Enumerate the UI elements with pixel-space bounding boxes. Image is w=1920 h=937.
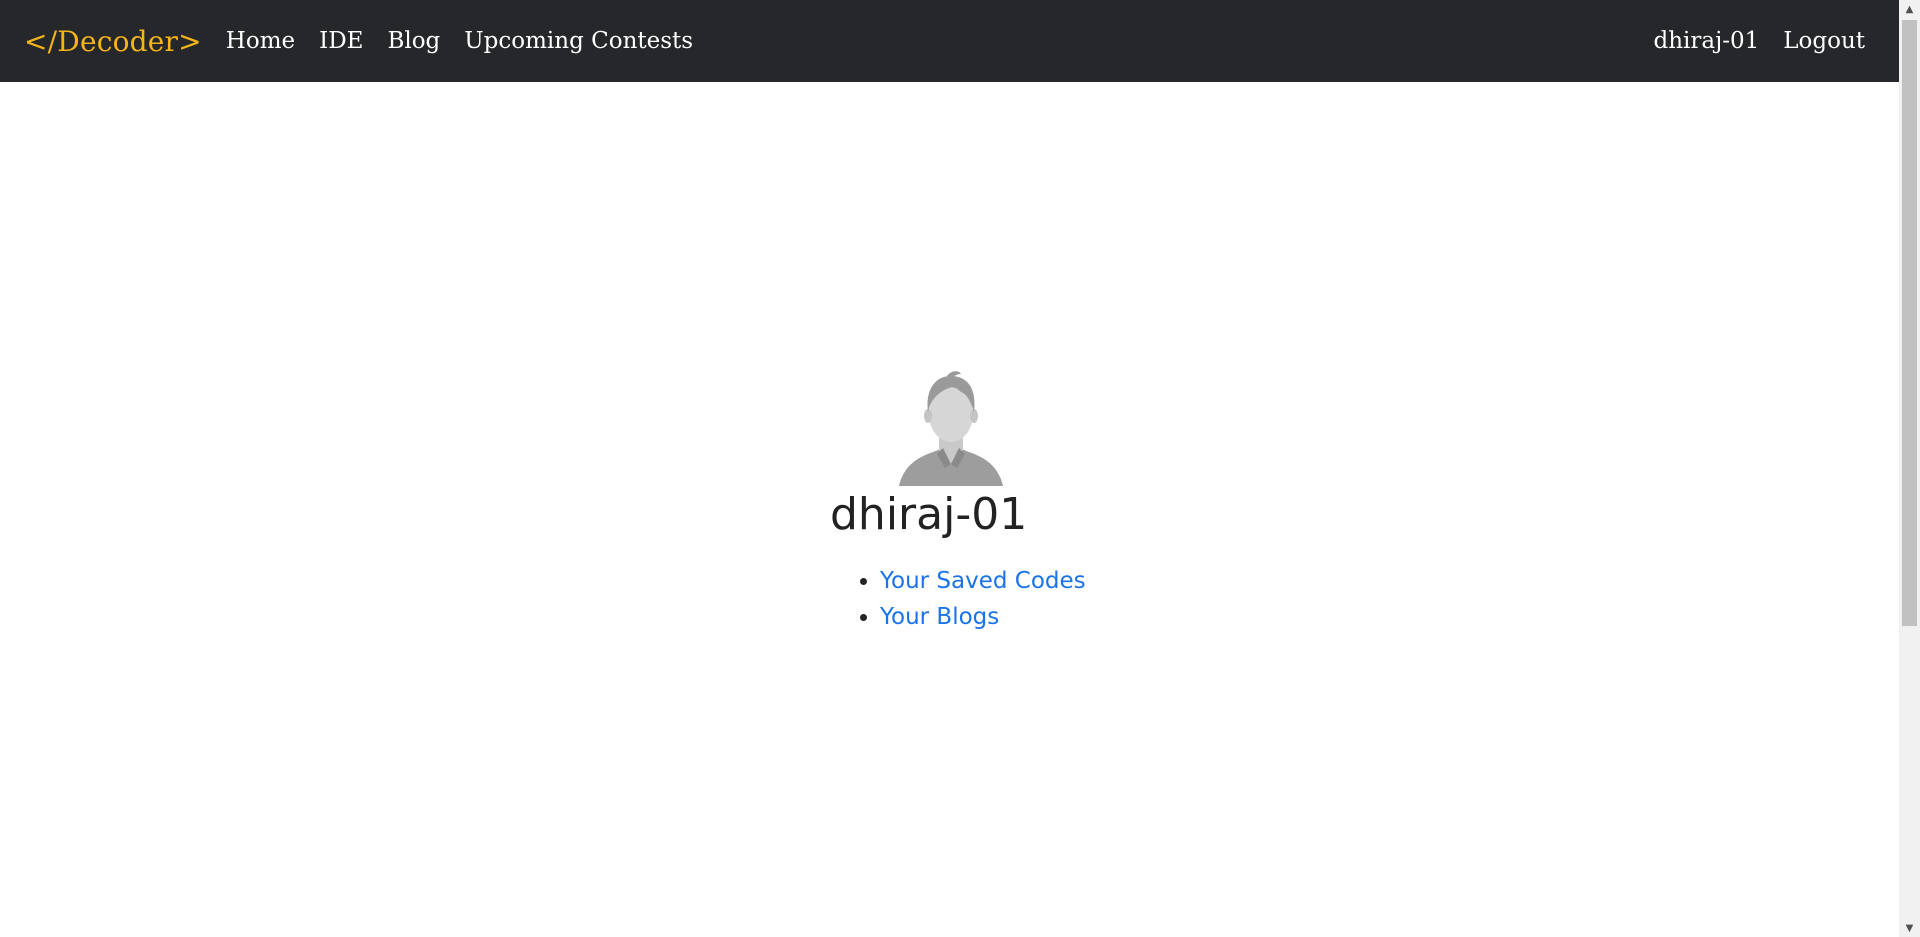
top-navbar: </Decoder> Home IDE Blog Upcoming Contes… bbox=[0, 0, 1899, 82]
scroll-up-arrow-icon[interactable]: ▲ bbox=[1899, 0, 1920, 18]
nav-username-link[interactable]: dhiraj-01 bbox=[1653, 28, 1759, 54]
nav-link-blog[interactable]: Blog bbox=[387, 28, 440, 54]
nav-user-area: dhiraj-01 Logout bbox=[1653, 28, 1865, 54]
nav-link-ide[interactable]: IDE bbox=[319, 28, 363, 54]
vertical-scrollbar[interactable]: ▲ ▼ bbox=[1899, 0, 1920, 937]
page: </Decoder> Home IDE Blog Upcoming Contes… bbox=[0, 0, 1920, 937]
profile-links-list: Your Saved Codes Your Blogs bbox=[830, 563, 1086, 635]
list-item: Your Saved Codes bbox=[880, 563, 1086, 599]
nav-links: Home IDE Blog Upcoming Contests bbox=[226, 28, 693, 54]
logout-link[interactable]: Logout bbox=[1783, 28, 1865, 54]
scrollbar-thumb[interactable] bbox=[1902, 20, 1917, 626]
your-blogs-link[interactable]: Your Blogs bbox=[880, 604, 999, 630]
user-avatar-icon bbox=[899, 371, 1003, 486]
nav-link-upcoming-contests[interactable]: Upcoming Contests bbox=[464, 28, 693, 54]
nav-link-home[interactable]: Home bbox=[226, 28, 295, 54]
profile-username: dhiraj-01 bbox=[830, 489, 1028, 540]
your-saved-codes-link[interactable]: Your Saved Codes bbox=[880, 568, 1086, 594]
list-item: Your Blogs bbox=[880, 599, 1086, 635]
scroll-down-arrow-icon[interactable]: ▼ bbox=[1899, 919, 1920, 937]
brand-logo-link[interactable]: </Decoder> bbox=[24, 25, 202, 58]
